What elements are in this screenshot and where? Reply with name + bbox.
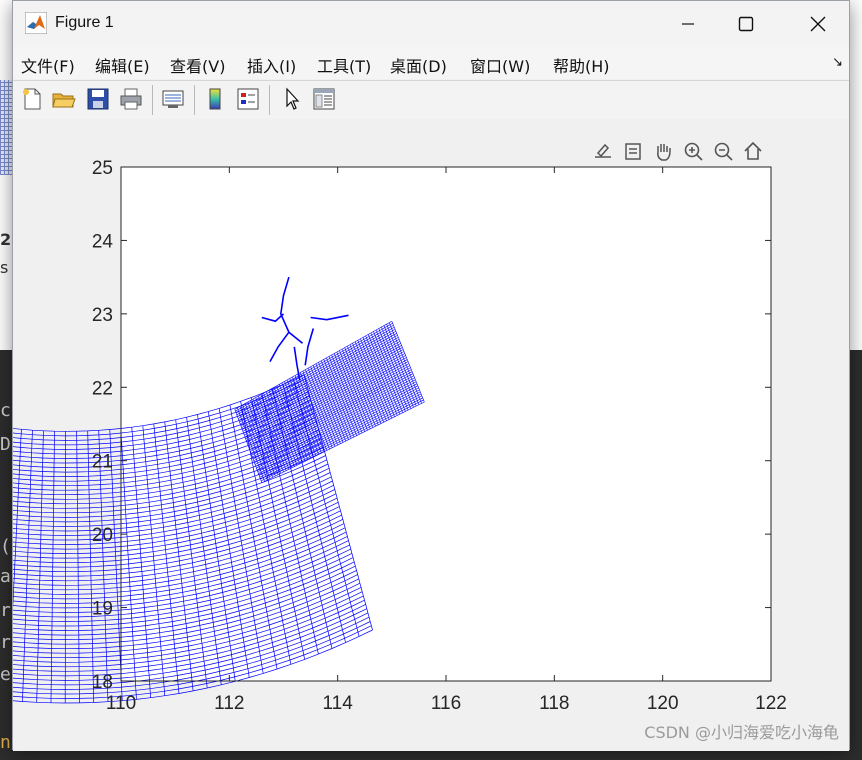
- plot-canvas[interactable]: 110 112 114 116 118 120 122 18 19 20 21 22 23 24 25: [13, 119, 849, 751]
- menu-bar: 文件(F) 编辑(E) 查看(V) 插入(I) 工具(T) 桌面(D) 窗口(W…: [13, 47, 849, 79]
- matlab-logo-icon: [25, 12, 47, 34]
- y-tick-label: 24: [92, 231, 114, 252]
- close-button[interactable]: [789, 1, 847, 47]
- edit-plot-icon[interactable]: [279, 86, 305, 112]
- background-fragment: n: [0, 732, 11, 753]
- print-icon[interactable]: [118, 86, 144, 112]
- toolbar-separator: [269, 85, 270, 115]
- figure-toolbar: [13, 80, 849, 120]
- x-tick-label: 118: [539, 693, 569, 714]
- pan-icon[interactable]: [657, 144, 671, 161]
- new-figure-icon[interactable]: [19, 86, 45, 112]
- open-file-icon[interactable]: [51, 86, 77, 112]
- colorbar-icon[interactable]: [202, 86, 228, 112]
- background-fragment: r: [0, 600, 11, 621]
- title-bar[interactable]: Figure 1: [13, 1, 849, 47]
- x-tick-label: 122: [755, 693, 787, 714]
- menu-file[interactable]: 文件(F): [21, 53, 75, 77]
- menu-view[interactable]: 查看(V): [170, 53, 225, 77]
- y-tick-label: 25: [92, 158, 113, 179]
- zoom-in-icon[interactable]: [684, 142, 703, 161]
- property-inspector-icon[interactable]: [311, 86, 337, 112]
- background-fragment: c: [0, 400, 11, 421]
- x-tick-label: 116: [431, 693, 461, 714]
- dock-figure-icon[interactable]: ↘: [832, 55, 843, 70]
- x-tick-label: 110: [106, 693, 136, 714]
- background-thumbnail: [0, 80, 12, 175]
- menu-window[interactable]: 窗口(W): [470, 53, 530, 77]
- y-tick-label: 19: [92, 599, 113, 620]
- maximize-icon: [738, 16, 754, 32]
- x-tick-label: 112: [214, 693, 244, 714]
- figure-area: 110 112 114 116 118 120 122 18 19 20 21 22 23 24 25 CS…: [13, 119, 849, 751]
- watermark: CSDN @小归海爱吃小海龟: [644, 723, 839, 742]
- background-fragment: (: [0, 536, 11, 557]
- y-tick-label: 23: [92, 305, 113, 326]
- background-fragment: D: [0, 434, 11, 455]
- figure-window: Figure 1 文件(F) 编辑(E) 查看(V) 插入(I) 工具(T) 桌…: [12, 0, 850, 751]
- background-fragment: e: [0, 664, 11, 685]
- save-icon[interactable]: [85, 86, 111, 112]
- legend-icon[interactable]: [235, 86, 261, 112]
- menu-help[interactable]: 帮助(H): [553, 53, 610, 77]
- maximize-button[interactable]: [717, 1, 775, 47]
- background-fragment: r: [0, 632, 11, 653]
- menu-tools[interactable]: 工具(T): [317, 53, 371, 77]
- axes-toolbar: [595, 141, 762, 161]
- menu-edit[interactable]: 编辑(E): [95, 53, 150, 77]
- toolbar-separator: [194, 85, 195, 115]
- y-tick-label: 20: [92, 525, 113, 546]
- x-tick-label: 120: [647, 693, 679, 714]
- export-icon[interactable]: [595, 143, 611, 158]
- background-fragment: a: [0, 566, 11, 587]
- x-tick-label: 114: [323, 693, 354, 714]
- y-tick-label: 21: [92, 452, 113, 473]
- menu-desktop[interactable]: 桌面(D): [390, 53, 447, 77]
- window-title: Figure 1: [55, 14, 114, 31]
- minimize-icon: [682, 23, 694, 25]
- minimize-button[interactable]: [659, 1, 717, 47]
- y-tick-label: 22: [92, 378, 113, 399]
- axes-background[interactable]: [121, 167, 771, 681]
- toolbar-separator: [152, 85, 153, 115]
- zoom-out-icon[interactable]: [714, 142, 733, 161]
- menu-insert[interactable]: 插入(I): [247, 53, 296, 77]
- brush-icon[interactable]: [625, 143, 641, 160]
- close-icon: [810, 16, 826, 32]
- link-plot-icon[interactable]: [160, 86, 186, 112]
- home-icon[interactable]: [744, 141, 762, 160]
- background-fragment: s: [0, 258, 9, 277]
- y-tick-label: 18: [92, 672, 113, 693]
